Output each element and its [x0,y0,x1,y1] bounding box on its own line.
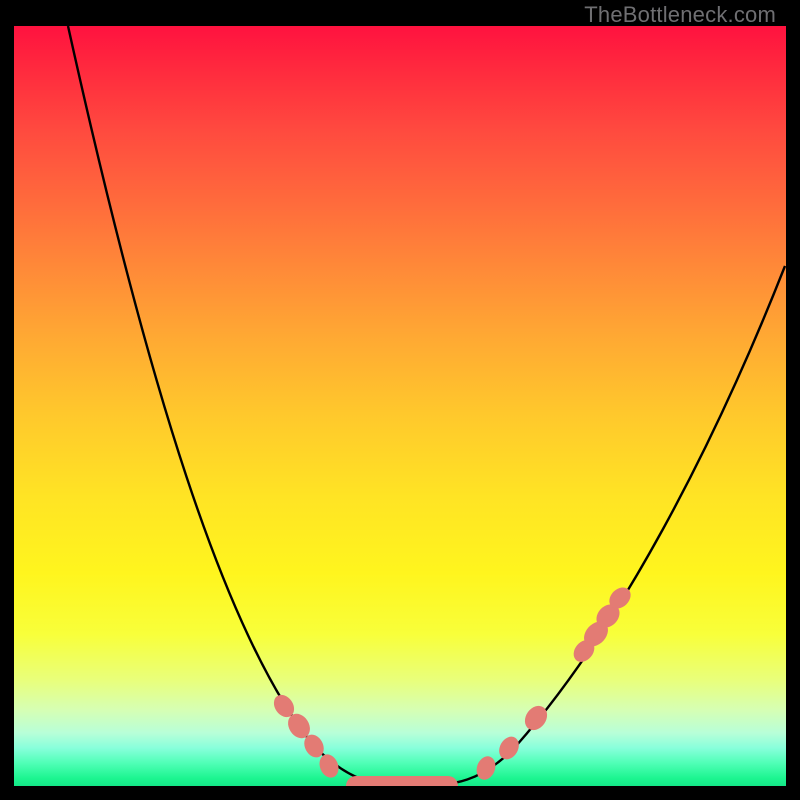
plot-area [14,26,786,786]
gradient-background [14,26,786,786]
watermark-text: TheBottleneck.com [584,2,776,28]
chart-frame: TheBottleneck.com [14,0,786,786]
